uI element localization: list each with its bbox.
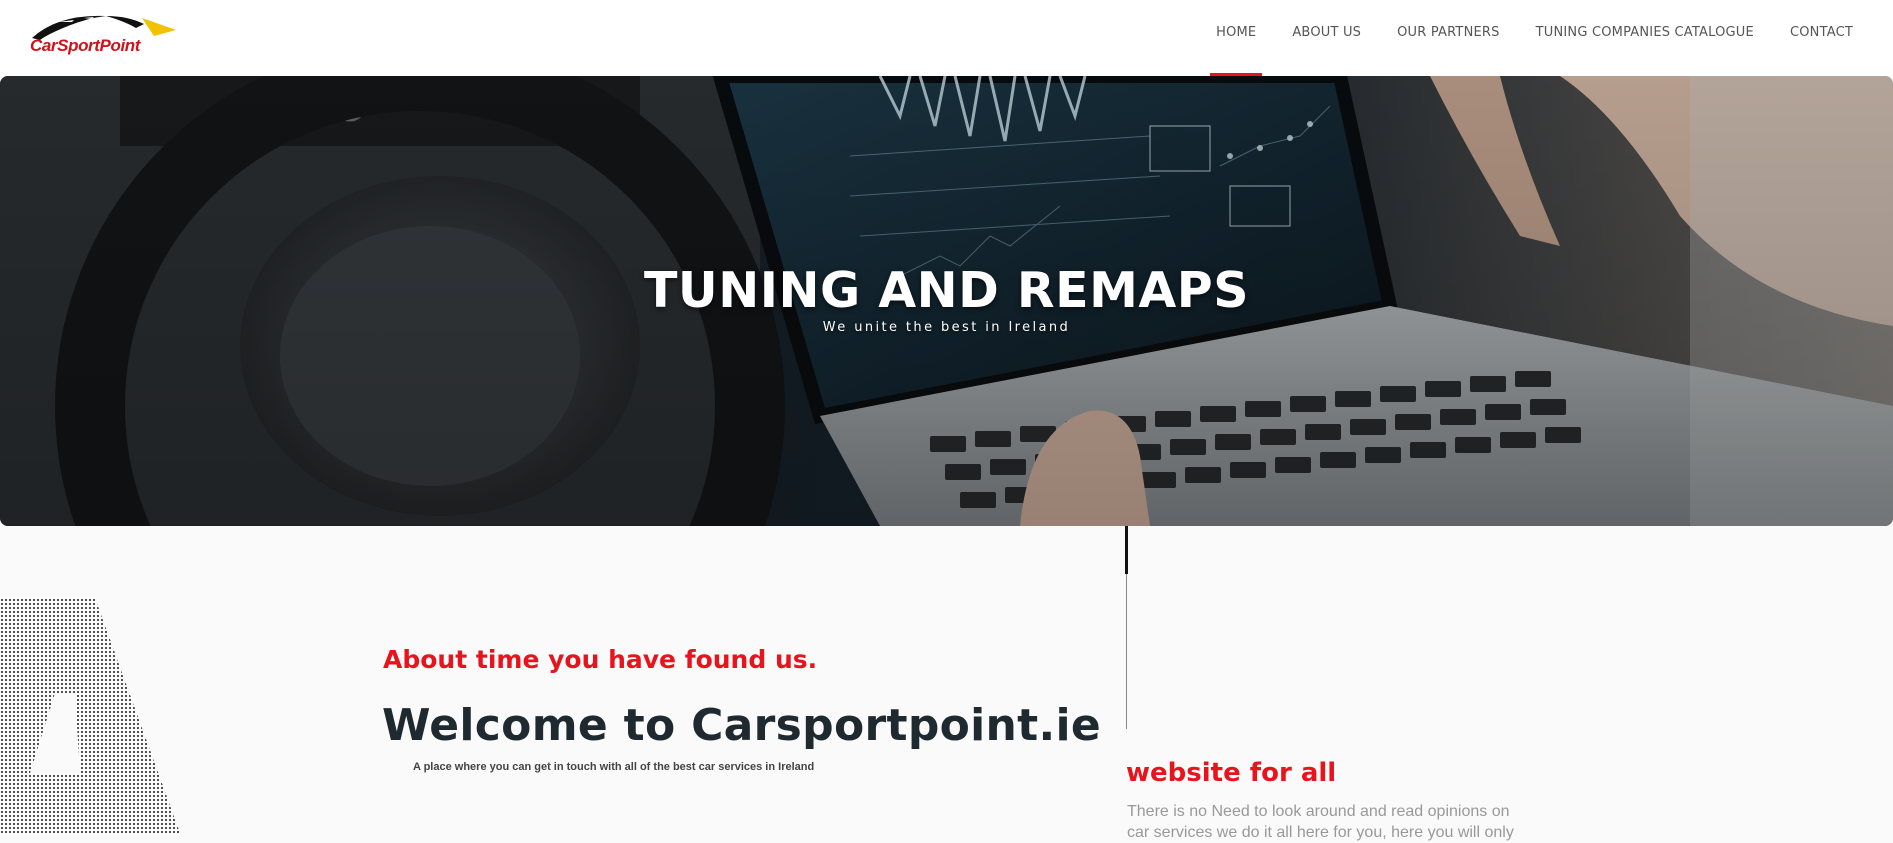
side-text: There is no Need to look around and read… xyxy=(1127,803,1514,841)
nav-item-tuning-companies-catalogue[interactable]: TUNING COMPANIES CATALOGUE xyxy=(1518,0,1772,76)
site-logo[interactable]: CarSportPoint xyxy=(28,12,178,58)
nav-item-home[interactable]: HOME xyxy=(1198,0,1274,76)
welcome-title: Welcome to Carsportpoint.ie xyxy=(382,700,1102,751)
hero-title: TUNING AND REMAPS xyxy=(644,262,1249,319)
main-nav: HOME ABOUT US OUR PARTNERS TUNING COMPAN… xyxy=(1198,0,1871,76)
welcome-subtitle: A place where you can get in touch with … xyxy=(413,761,815,773)
side-heading: website for all xyxy=(1126,758,1337,788)
welcome-tagline: About time you have found us. xyxy=(383,645,818,674)
dot-pattern-decoration xyxy=(0,598,180,833)
hero-subtitle: We unite the best in Ireland xyxy=(822,320,1071,335)
vertical-divider-accent xyxy=(1125,526,1128,574)
hero-banner: TUNING AND REMAPS We unite the best in I… xyxy=(0,76,1893,526)
vertical-divider xyxy=(1126,574,1127,729)
nav-item-contact[interactable]: CONTACT xyxy=(1772,0,1871,76)
nav-item-about-us[interactable]: ABOUT US xyxy=(1274,0,1379,76)
logo-text: CarSportPoint xyxy=(30,36,141,55)
site-header: CarSportPoint HOME ABOUT US OUR PARTNERS… xyxy=(0,0,1893,76)
nav-item-our-partners[interactable]: OUR PARTNERS xyxy=(1379,0,1517,76)
